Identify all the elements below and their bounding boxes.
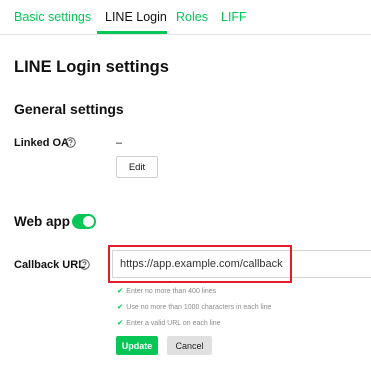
validation-rule-text: Enter a valid URL on each line: [126, 320, 221, 327]
line-login-settings-page: Basic settings LINE Login Roles LIFF LIN…: [0, 0, 371, 367]
linked-oa-value: –: [116, 137, 123, 149]
tab-basic-settings[interactable]: Basic settings: [14, 10, 91, 24]
check-icon: ✔: [117, 302, 124, 311]
check-icon: ✔: [117, 318, 124, 327]
page-title: LINE Login settings: [14, 58, 169, 76]
tab-bar: Basic settings LINE Login Roles LIFF: [0, 0, 371, 35]
callback-url-label: Callback URL: [14, 259, 85, 271]
tab-liff[interactable]: LIFF: [221, 10, 247, 24]
callback-url-highlight-box: [108, 245, 292, 283]
edit-button[interactable]: Edit: [116, 156, 158, 178]
linked-oa-label: Linked OA: [14, 137, 70, 149]
validation-rule-text: Enter no more than 400 lines: [126, 288, 217, 295]
web-app-toggle[interactable]: [72, 214, 96, 229]
question-circle-icon[interactable]: [65, 137, 76, 148]
tab-line-login[interactable]: LINE Login: [105, 10, 167, 24]
web-app-label: Web app: [14, 214, 71, 229]
cancel-button[interactable]: Cancel: [167, 336, 212, 355]
tab-roles[interactable]: Roles: [176, 10, 208, 24]
validation-rule: ✔ Enter a valid URL on each line: [117, 318, 221, 327]
validation-rule-text: Use no more than 1000 characters in each…: [126, 304, 272, 311]
toggle-knob: [83, 216, 94, 227]
check-icon: ✔: [117, 286, 124, 295]
update-button[interactable]: Update: [116, 336, 158, 355]
validation-rule: ✔ Enter no more than 400 lines: [117, 286, 216, 295]
question-circle-icon[interactable]: [79, 259, 90, 270]
validation-rule: ✔ Use no more than 1000 characters in eac…: [117, 302, 271, 311]
active-tab-indicator: [97, 31, 167, 34]
section-title-general-settings: General settings: [14, 101, 124, 117]
